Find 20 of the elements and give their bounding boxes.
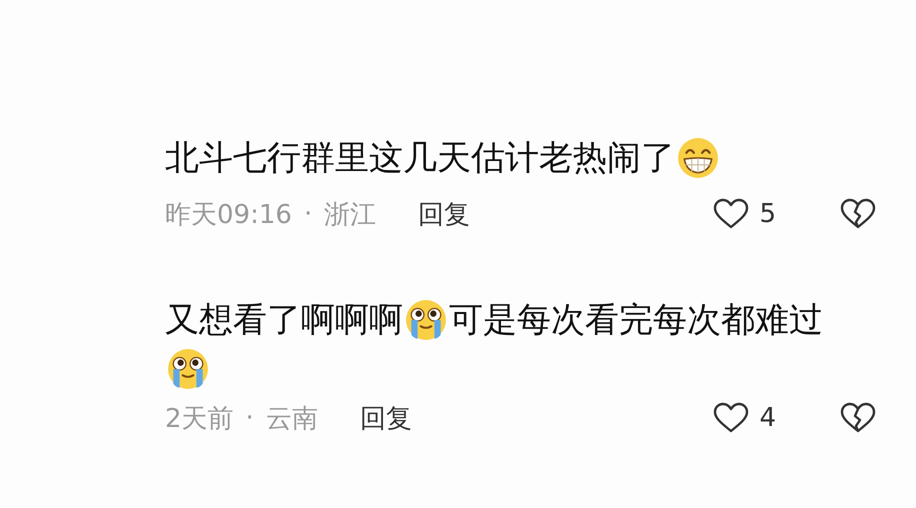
comment-time: 昨天09:16 xyxy=(165,198,292,232)
heart-icon[interactable] xyxy=(713,198,750,230)
reply-link[interactable]: 回复 xyxy=(418,196,470,232)
broken-heart-icon[interactable] xyxy=(840,198,876,230)
like-count: 4 xyxy=(759,403,776,433)
comment-text: 北斗七行群里这几天估计老热闹了 xyxy=(165,137,675,180)
comment-text: 可是每次看完每次都难过 xyxy=(449,299,823,342)
heart-icon[interactable] xyxy=(713,402,750,434)
crying-face-icon xyxy=(405,299,447,341)
crying-face-icon xyxy=(167,348,209,390)
broken-heart-icon[interactable] xyxy=(840,402,876,434)
comment-location: 云南 xyxy=(266,402,318,436)
comment-time: 2天前 xyxy=(165,402,234,436)
reply-link[interactable]: 回复 xyxy=(360,400,412,436)
separator-dot: · xyxy=(246,403,254,433)
comment-text: 又想看了啊啊啊 xyxy=(165,299,403,342)
like-count: 5 xyxy=(759,199,776,229)
separator-dot: · xyxy=(304,199,312,229)
grinning-face-icon xyxy=(677,137,719,179)
comment-location: 浙江 xyxy=(324,198,376,232)
